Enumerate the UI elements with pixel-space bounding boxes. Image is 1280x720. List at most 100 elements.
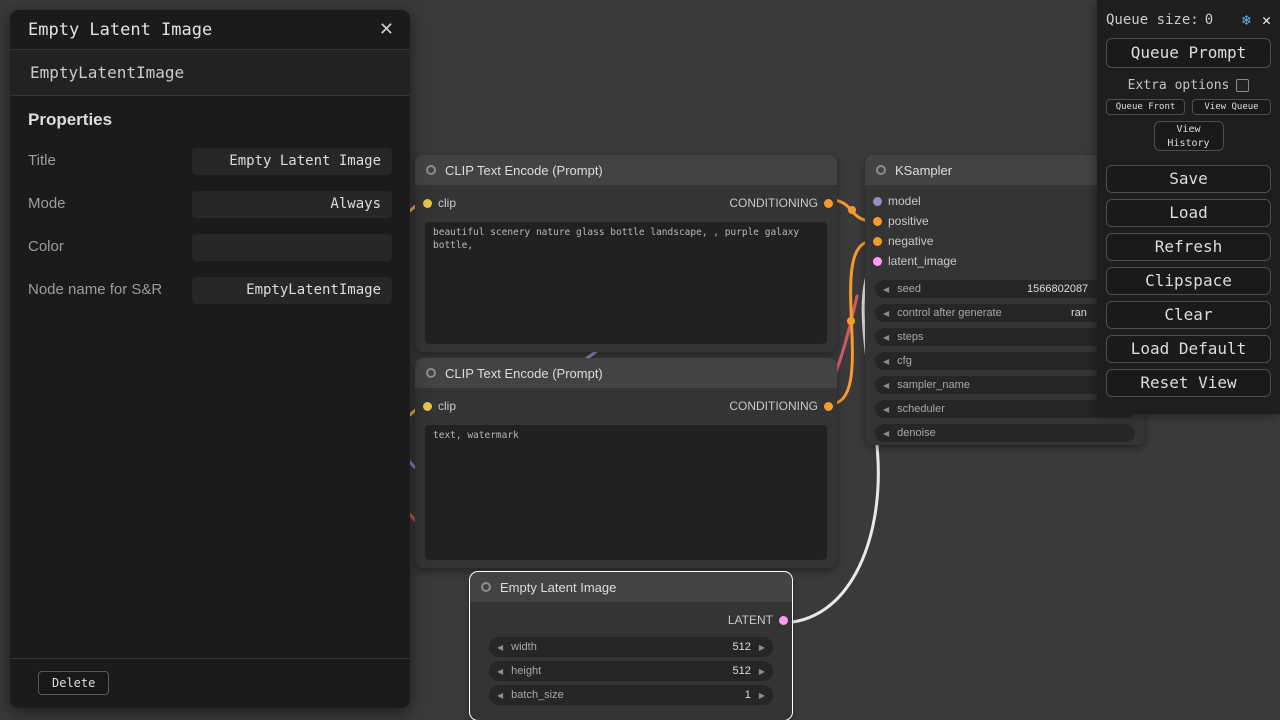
cfg-widget[interactable]: ◀ cfg	[875, 352, 1135, 370]
load-button[interactable]: Load	[1106, 199, 1271, 227]
node-clip-text-encode-negative[interactable]: CLIP Text Encode (Prompt) clip CONDITION…	[415, 358, 837, 568]
widget-label: seed	[897, 283, 921, 295]
widget-label: batch_size	[511, 689, 564, 701]
clip-input-slot[interactable]	[423, 199, 432, 208]
stepper-right-icon[interactable]: ▶	[751, 643, 773, 652]
latent-image-input-slot[interactable]	[873, 257, 882, 266]
prompt-textarea[interactable]: beautiful scenery nature glass bottle la…	[425, 222, 827, 344]
field-label: Node name for S&R	[28, 280, 178, 300]
widget-value: 512	[732, 641, 750, 653]
scheduler-widget[interactable]: ◀ scheduler	[875, 400, 1135, 418]
height-widget[interactable]: ◀ height 512 ▶	[489, 661, 773, 681]
sampler-name-widget[interactable]: ◀ sampler_name	[875, 376, 1135, 394]
reset-view-button[interactable]: Reset View	[1106, 369, 1271, 397]
stepper-right-icon[interactable]: ▶	[751, 691, 773, 700]
stepper-left-icon[interactable]: ◀	[875, 333, 897, 342]
close-icon[interactable]: ✕	[379, 19, 394, 40]
properties-heading: Properties	[28, 110, 392, 130]
field-label: Color	[28, 237, 178, 257]
mode-select[interactable]: Always	[192, 191, 392, 218]
widget-value: ran	[1071, 307, 1087, 319]
widget-label: height	[511, 665, 541, 677]
field-row-node-name: Node name for S&R EmptyLatentImage	[28, 273, 392, 307]
model-input-slot[interactable]	[873, 197, 882, 206]
slot-label: latent_image	[888, 254, 957, 268]
stepper-right-icon[interactable]: ▶	[751, 667, 773, 676]
stepper-left-icon[interactable]: ◀	[875, 309, 897, 318]
node-clip-text-encode-positive[interactable]: CLIP Text Encode (Prompt) clip CONDITION…	[415, 155, 837, 352]
load-default-button[interactable]: Load Default	[1106, 335, 1271, 363]
view-history-button[interactable]: View History	[1154, 121, 1224, 151]
node-title: Empty Latent Image	[500, 580, 616, 595]
widget-label: sampler_name	[897, 379, 970, 391]
snowflake-icon[interactable]: ❄	[1242, 11, 1251, 29]
widget-label: denoise	[897, 427, 936, 439]
seed-widget[interactable]: ◀ seed 1566802087	[875, 280, 1135, 298]
slot-label: model	[888, 194, 921, 208]
stepper-left-icon[interactable]: ◀	[875, 405, 897, 414]
node-empty-latent-image[interactable]: Empty Latent Image LATENT ◀ width 512 ▶ …	[470, 572, 792, 720]
extra-options-checkbox[interactable]	[1236, 79, 1249, 92]
widget-label: cfg	[897, 355, 912, 367]
queue-prompt-button[interactable]: Queue Prompt	[1106, 38, 1271, 68]
link-midpoint-dot	[847, 317, 855, 325]
latent-output-slot[interactable]	[779, 616, 788, 625]
slot-label: LATENT	[728, 613, 773, 627]
stepper-left-icon[interactable]: ◀	[875, 285, 897, 294]
collapse-dot[interactable]	[426, 368, 436, 378]
stepper-left-icon[interactable]: ◀	[489, 643, 511, 652]
conditioning-output-slot[interactable]	[824, 199, 833, 208]
clip-input-slot[interactable]	[423, 402, 432, 411]
stepper-left-icon[interactable]: ◀	[875, 381, 897, 390]
clipspace-button[interactable]: Clipspace	[1106, 267, 1271, 295]
collapse-dot[interactable]	[426, 165, 436, 175]
slot-label: clip	[438, 399, 456, 413]
view-queue-button[interactable]: View Queue	[1192, 99, 1271, 115]
field-row-title: Title Empty Latent Image	[28, 144, 392, 178]
delete-button[interactable]: Delete	[38, 671, 109, 695]
queue-front-button[interactable]: Queue Front	[1106, 99, 1185, 115]
save-button[interactable]: Save	[1106, 165, 1271, 193]
slot-label: negative	[888, 234, 933, 248]
prompt-textarea[interactable]: text, watermark	[425, 425, 827, 560]
node-title-bar[interactable]: Empty Latent Image	[470, 572, 792, 602]
positive-input-slot[interactable]	[873, 217, 882, 226]
stepper-left-icon[interactable]: ◀	[489, 667, 511, 676]
negative-input-slot[interactable]	[873, 237, 882, 246]
node-properties-dialog: Empty Latent Image ✕ EmptyLatentImage Pr…	[10, 10, 410, 708]
width-widget[interactable]: ◀ width 512 ▶	[489, 637, 773, 657]
control-after-generate-widget[interactable]: ◀ control after generate ran	[875, 304, 1135, 322]
field-row-mode: Mode Always	[28, 187, 392, 221]
stepper-left-icon[interactable]: ◀	[875, 357, 897, 366]
widget-value: 1566802087	[1027, 283, 1088, 295]
node-name-input[interactable]: EmptyLatentImage	[192, 277, 392, 304]
graph-canvas[interactable]: CLIP Text Encode (Prompt) clip CONDITION…	[0, 0, 1280, 720]
node-title: KSampler	[895, 163, 952, 178]
conditioning-output-slot[interactable]	[824, 402, 833, 411]
clear-button[interactable]: Clear	[1106, 301, 1271, 329]
refresh-button[interactable]: Refresh	[1106, 233, 1271, 261]
denoise-widget[interactable]: ◀ denoise	[875, 424, 1135, 442]
stepper-left-icon[interactable]: ◀	[875, 429, 897, 438]
steps-widget[interactable]: ◀ steps	[875, 328, 1135, 346]
title-input[interactable]: Empty Latent Image	[192, 148, 392, 175]
slot-label: clip	[438, 196, 456, 210]
node-title-bar[interactable]: CLIP Text Encode (Prompt)	[415, 155, 837, 185]
slot-label: CONDITIONING	[729, 196, 818, 210]
widget-label: scheduler	[897, 403, 945, 415]
widget-label: width	[511, 641, 537, 653]
color-input[interactable]	[192, 234, 392, 261]
node-title-bar[interactable]: CLIP Text Encode (Prompt)	[415, 358, 837, 388]
stepper-left-icon[interactable]: ◀	[489, 691, 511, 700]
node-title: CLIP Text Encode (Prompt)	[445, 366, 603, 381]
node-type-name: EmptyLatentImage	[10, 50, 410, 96]
collapse-dot[interactable]	[481, 582, 491, 592]
queue-size-label: Queue size:	[1106, 12, 1199, 28]
close-icon[interactable]: ✕	[1262, 11, 1271, 29]
batch-size-widget[interactable]: ◀ batch_size 1 ▶	[489, 685, 773, 705]
field-row-color: Color	[28, 230, 392, 264]
collapse-dot[interactable]	[876, 165, 886, 175]
dialog-title: Empty Latent Image	[28, 20, 212, 40]
slot-label: CONDITIONING	[729, 399, 818, 413]
slot-label: positive	[888, 214, 929, 228]
